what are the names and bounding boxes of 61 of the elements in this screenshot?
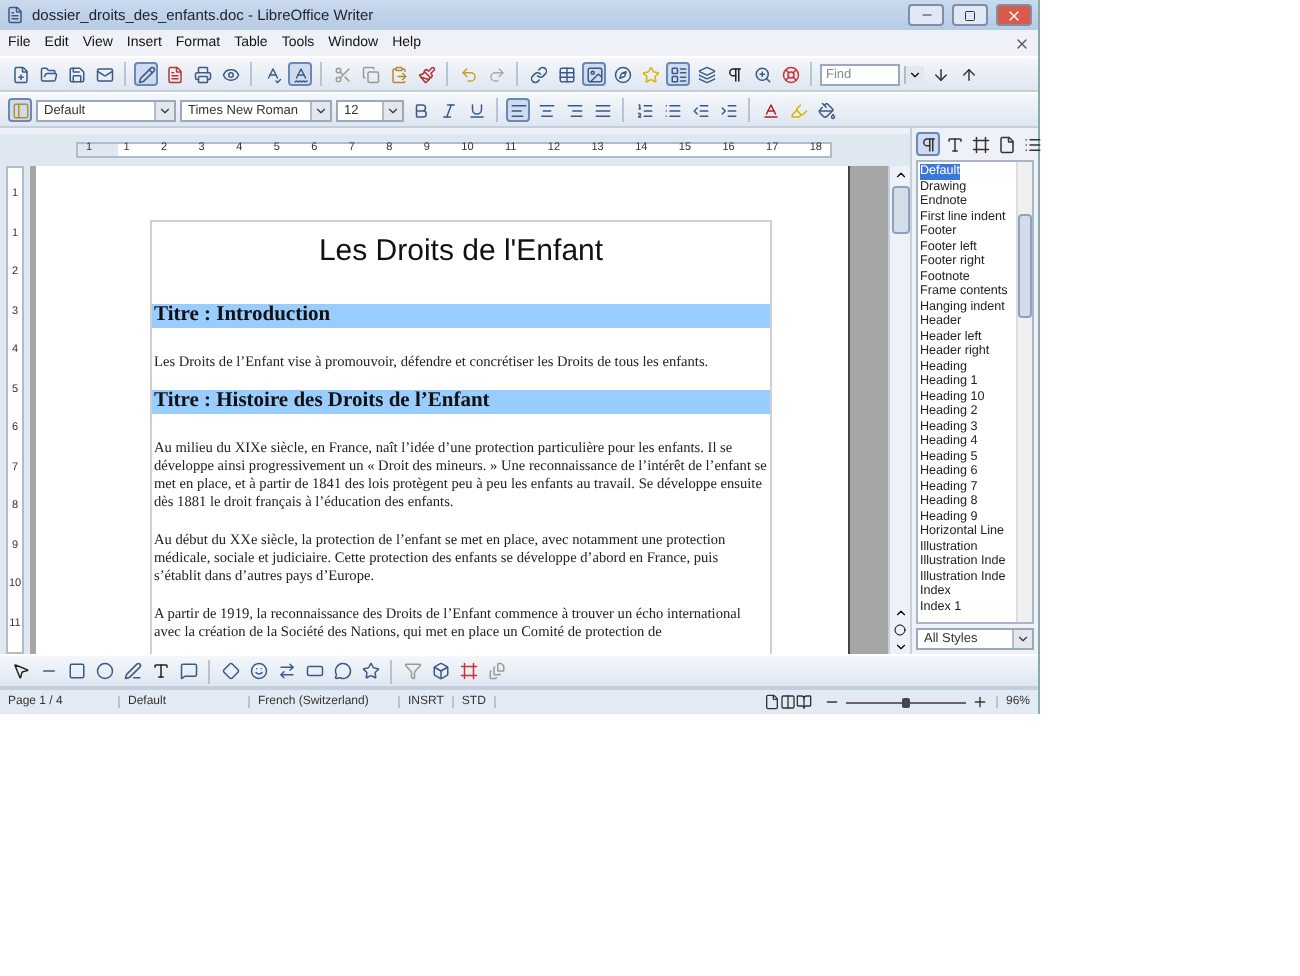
zoom-icon[interactable] — [750, 62, 774, 86]
callout-icon[interactable] — [176, 659, 200, 683]
link-icon[interactable] — [526, 62, 550, 86]
zoom-slider-thumb[interactable] — [901, 697, 910, 707]
caret-icon — [1016, 632, 1030, 646]
paragraph-styles-icon[interactable] — [916, 132, 940, 156]
maximize-icon — [964, 9, 976, 21]
styles-panel-icon[interactable] — [8, 98, 32, 122]
image-icon[interactable] — [582, 62, 606, 86]
section-heading: Titre : Histoire des Droits de l’Enfant — [152, 390, 770, 414]
clipboard-icon[interactable] — [386, 62, 410, 86]
copy-icon[interactable] — [358, 62, 382, 86]
star-icon[interactable] — [358, 659, 382, 683]
autospellcheck-icon[interactable] — [288, 62, 312, 86]
numbered-list-icon[interactable] — [632, 98, 656, 122]
diamond-icon[interactable] — [218, 659, 242, 683]
font-color-icon[interactable] — [758, 98, 782, 122]
next-page-icon[interactable] — [893, 640, 907, 654]
help-icon[interactable] — [778, 62, 802, 86]
document-icon — [6, 6, 24, 24]
caret-icon — [386, 103, 400, 117]
single-page-view-icon[interactable] — [763, 694, 780, 710]
document-title: Les Droits de l'Enfant — [316, 234, 606, 268]
background-color-icon[interactable] — [814, 98, 838, 122]
text-icon[interactable] — [148, 659, 172, 683]
caret-icon — [314, 103, 328, 117]
previous-page-icon[interactable] — [893, 606, 907, 620]
zoom-in-icon[interactable] — [971, 694, 988, 710]
table-icon[interactable] — [554, 62, 578, 86]
smiley-icon[interactable] — [246, 659, 270, 683]
pointer-icon[interactable] — [8, 659, 32, 683]
close-icon — [1006, 7, 1022, 23]
arrows-icon[interactable] — [274, 659, 298, 683]
caret-icon — [908, 67, 922, 81]
multi-page-view-icon[interactable] — [779, 694, 796, 710]
scissors-icon[interactable] — [330, 62, 354, 86]
maximize-button[interactable] — [952, 4, 988, 26]
new-document-icon[interactable] — [8, 62, 32, 86]
paintbrush-icon[interactable] — [414, 62, 438, 86]
align-left-icon[interactable] — [506, 98, 530, 122]
star-icon[interactable] — [638, 62, 662, 86]
mail-icon[interactable] — [92, 62, 116, 86]
scrollbar-thumb[interactable] — [891, 186, 909, 234]
rectangle-icon[interactable] — [64, 659, 88, 683]
scroll-up-icon[interactable] — [893, 168, 907, 182]
ellipse-icon[interactable] — [92, 659, 116, 683]
minimize-icon — [919, 8, 933, 22]
character-styles-icon[interactable] — [942, 132, 966, 156]
save-icon[interactable] — [64, 62, 88, 86]
caret-icon — [158, 103, 172, 117]
list-scrollbar-thumb[interactable] — [1018, 214, 1032, 318]
freeform-icon[interactable] — [120, 659, 144, 683]
speech-bubble-icon[interactable] — [330, 659, 354, 683]
printer-icon[interactable] — [190, 62, 214, 86]
close-document-icon[interactable] — [1014, 35, 1030, 51]
underline-icon[interactable] — [464, 98, 488, 122]
book-view-icon[interactable] — [795, 694, 812, 710]
section-heading: Titre : Introduction — [152, 304, 770, 328]
edit-pencil-icon[interactable] — [134, 62, 158, 86]
page-styles-icon[interactable] — [994, 132, 1018, 156]
folder-icon[interactable] — [36, 62, 60, 86]
